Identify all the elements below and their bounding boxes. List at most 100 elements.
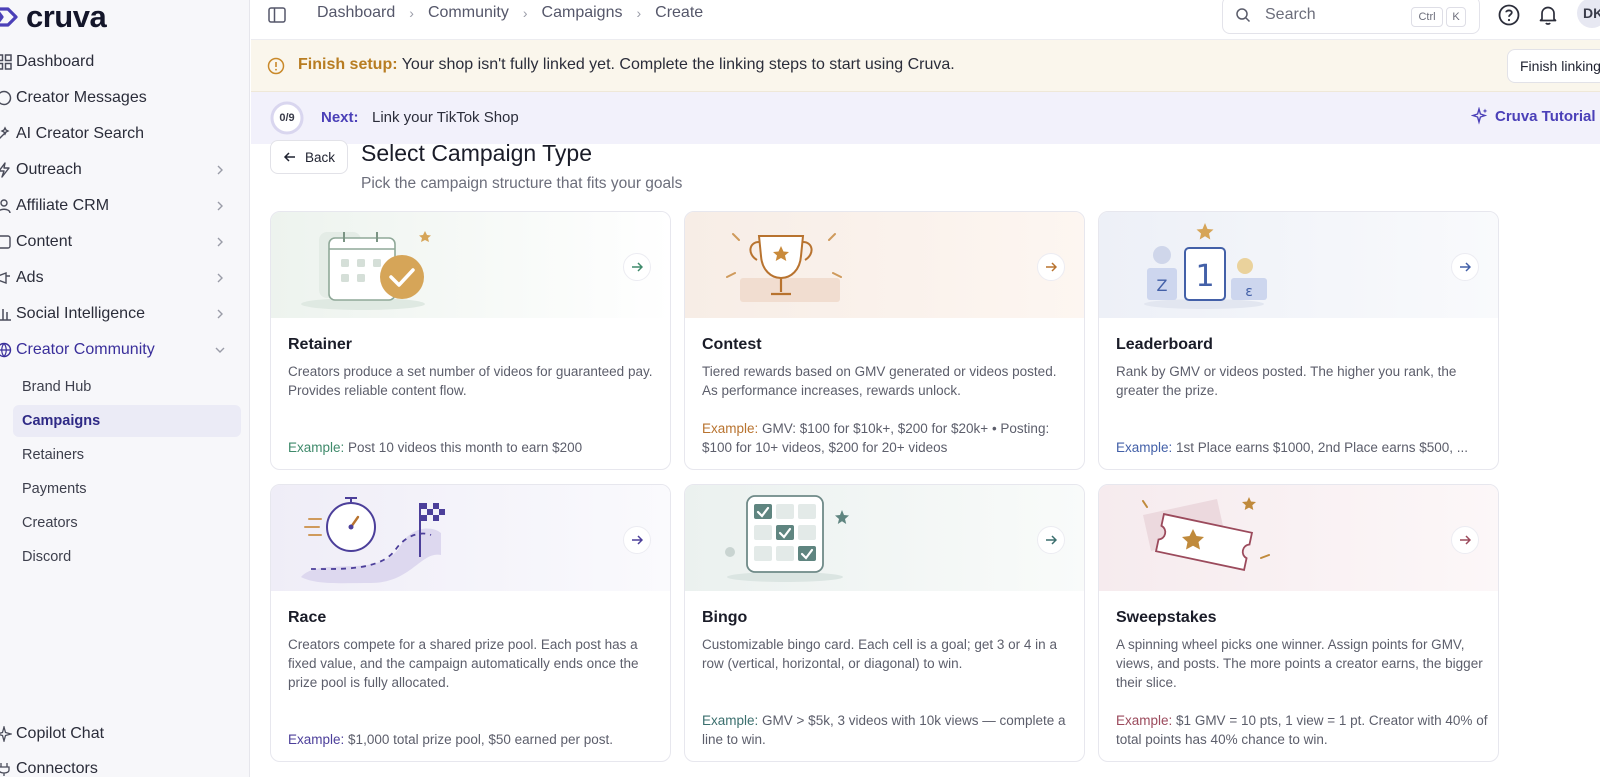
sidebar-item-ai-creator-search[interactable]: AI Creator Search [0, 117, 240, 151]
svg-text:Z: Z [1157, 276, 1168, 295]
page-subtitle: Pick the campaign structure that fits yo… [361, 175, 683, 192]
breadcrumb-campaigns[interactable]: Campaigns [542, 4, 623, 22]
help-icon[interactable] [1497, 3, 1521, 27]
sidebar-item-creator-messages[interactable]: Creator Messages [0, 81, 240, 115]
shortcut-ctrl-key: Ctrl [1411, 7, 1443, 27]
chevron-right-icon [217, 201, 223, 211]
back-button[interactable]: Back [270, 140, 348, 174]
breadcrumb-create: Create [655, 4, 704, 21]
sidebar-subitem-brand-hub[interactable]: Brand Hub [13, 371, 241, 403]
open-arrow-button[interactable] [1037, 253, 1065, 281]
sidebar-item-label: Connectors [16, 760, 98, 777]
breadcrumb: Dashboard › Community › Campaigns › Crea… [317, 4, 703, 22]
sidebar-subitem-campaigns[interactable]: Campaigns [13, 405, 241, 437]
cruva-tutorial-button[interactable]: Cruva Tutorial [1471, 107, 1596, 125]
campaign-card-retainer[interactable]: Retainer Creators produce a set number o… [270, 211, 671, 470]
race-illustration [271, 485, 670, 591]
card-example: Example: GMV: $100 for $10k+, $200 for $… [702, 419, 1074, 457]
chevron-right-icon [217, 309, 223, 319]
example-label: Example: [288, 440, 345, 455]
copilot-icon [0, 726, 14, 742]
sidebar-subitem-payments[interactable]: Payments [13, 473, 241, 505]
sidebar-item-label: Creator Community [16, 341, 155, 358]
setup-label: Finish setup: [298, 56, 398, 73]
chevron-right-icon [217, 165, 223, 175]
avatar[interactable]: DK [1577, 0, 1600, 28]
retainer-illustration [271, 212, 670, 318]
campaign-card-sweepstakes[interactable]: Sweepstakes A spinning wheel picks one w… [1098, 484, 1499, 762]
campaign-card-leaderboard[interactable]: Z 1 ε Leaderboard Rank by GMV or videos … [1098, 211, 1499, 470]
breadcrumb-dashboard[interactable]: Dashboard [317, 4, 395, 22]
card-example: Example: GMV > $5k, 3 videos with 10k vi… [702, 711, 1074, 749]
grid-icon [0, 54, 14, 70]
sidebar-item-creator-community[interactable]: Creator Community [0, 333, 240, 367]
sidebar-item-dashboard[interactable]: Dashboard [0, 45, 240, 79]
finish-linking-button[interactable]: Finish linking [1507, 49, 1600, 83]
sidebar-item-label: AI Creator Search [16, 125, 145, 142]
sidebar-item-label: Dashboard [16, 53, 95, 70]
progress-count: 0/9 [279, 112, 295, 124]
sidebar-subitem-retainers[interactable]: Retainers [13, 439, 241, 471]
example-text: 1st Place earns $1000, 2nd Place earns $… [1176, 440, 1468, 455]
setup-text: Your shop isn't fully linked yet. Comple… [401, 56, 955, 73]
sparkle-search-icon [0, 126, 14, 142]
sidebar-toggle-icon[interactable] [267, 5, 287, 25]
tutorial-label: Cruva Tutorial [1495, 107, 1596, 125]
sidebar-item-social-intelligence[interactable]: Social Intelligence [0, 297, 240, 331]
setup-message: Finish setup: Your shop isn't fully link… [298, 56, 955, 74]
bar-chart-icon [0, 306, 14, 322]
sidebar-item-affiliate-crm[interactable]: Affiliate CRM [0, 189, 240, 223]
card-title: Contest [702, 336, 762, 353]
card-description: A spinning wheel picks one winner. Assig… [1116, 637, 1483, 690]
chevron-right-icon: › [636, 5, 642, 21]
brand-logo[interactable]: cruva [0, 0, 107, 34]
svg-text:ε: ε [1245, 284, 1253, 300]
open-arrow-button[interactable] [1451, 526, 1479, 554]
arrow-right-icon [1460, 535, 1471, 545]
sidebar-item-copilot-chat[interactable]: Copilot Chat [0, 717, 240, 751]
arrow-right-icon [632, 535, 643, 545]
sidebar-subitem-discord[interactable]: Discord [13, 541, 241, 573]
card-title: Sweepstakes [1116, 609, 1217, 626]
card-title: Race [288, 609, 327, 626]
open-arrow-button[interactable] [623, 253, 651, 281]
chevron-right-icon: › [409, 5, 414, 21]
sidebar-item-label: Creator Messages [16, 89, 147, 106]
sidebar-item-outreach[interactable]: Outreach [0, 153, 240, 187]
sparkle-icon [1471, 107, 1488, 125]
setup-banner: Finish setup: Your shop isn't fully link… [251, 40, 1600, 92]
search-placeholder: Search [1265, 6, 1316, 23]
open-arrow-button[interactable] [623, 526, 651, 554]
campaign-card-race[interactable]: Race Creators compete for a shared prize… [270, 484, 671, 762]
card-title: Leaderboard [1116, 336, 1213, 353]
sidebar-item-label: Social Intelligence [16, 305, 145, 322]
next-step-link[interactable]: Link your TikTok Shop [372, 109, 519, 126]
example-text: $1,000 total prize pool, $50 earned per … [348, 732, 613, 747]
plug-icon [0, 761, 14, 777]
example-text: $1 GMV = 10 pts, 1 view = 1 pt. Creator … [1116, 713, 1488, 747]
chevron-right-icon [217, 237, 223, 247]
sidebar-item-content[interactable]: Content [0, 225, 240, 259]
open-arrow-button[interactable] [1037, 526, 1065, 554]
image-icon [0, 234, 14, 250]
card-example: Example: Post 10 videos this month to ea… [288, 438, 660, 457]
card-title: Bingo [702, 609, 748, 626]
open-arrow-button[interactable] [1451, 253, 1479, 281]
example-label: Example: [1116, 713, 1173, 728]
arrow-right-icon [1046, 262, 1057, 272]
sidebar-subitem-creators[interactable]: Creators [13, 507, 241, 539]
example-label: Example: [288, 732, 345, 747]
next-step-banner: 0/9 Next: Link your TikTok Shop Cruva Tu… [251, 92, 1600, 144]
card-description: Rank by GMV or videos posted. The higher… [1116, 364, 1457, 398]
sidebar-item-ads[interactable]: Ads [0, 261, 240, 295]
card-description: Tiered rewards based on GMV generated or… [702, 364, 1057, 398]
svg-text:1: 1 [1195, 259, 1214, 294]
example-text: Post 10 videos this month to earn $200 [348, 440, 583, 455]
campaign-card-bingo[interactable]: Bingo Customizable bingo card. Each cell… [684, 484, 1085, 762]
breadcrumb-community[interactable]: Community [428, 4, 509, 22]
search-input[interactable]: Search Ctrl K [1222, 0, 1480, 34]
campaign-card-contest[interactable]: Contest Tiered rewards based on GMV gene… [684, 211, 1085, 470]
sweepstakes-illustration [1099, 485, 1498, 591]
sidebar-item-connectors[interactable]: Connectors [0, 752, 240, 777]
bell-icon[interactable] [1536, 3, 1560, 27]
